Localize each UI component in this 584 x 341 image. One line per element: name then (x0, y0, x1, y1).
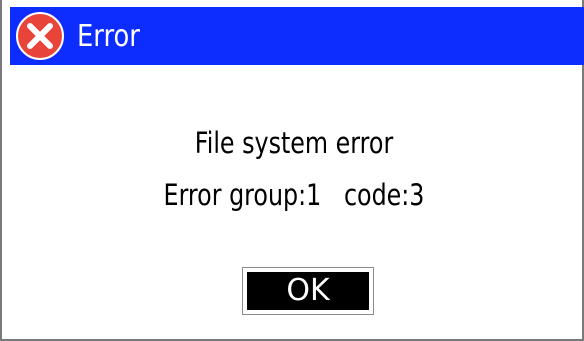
error-x-icon (16, 12, 64, 60)
error-message: File system error (194, 126, 394, 160)
dialog-body: File system error Error group:1 code:3 O… (2, 65, 584, 341)
ok-button[interactable]: OK (247, 272, 369, 310)
error-code-text: Error group:1 code:3 (163, 178, 425, 212)
title-bar: Error (10, 7, 584, 65)
dialog-title: Error (77, 18, 140, 54)
ok-button-frame: OK (242, 267, 374, 315)
error-dialog: Error File system error Error group:1 co… (0, 0, 584, 341)
